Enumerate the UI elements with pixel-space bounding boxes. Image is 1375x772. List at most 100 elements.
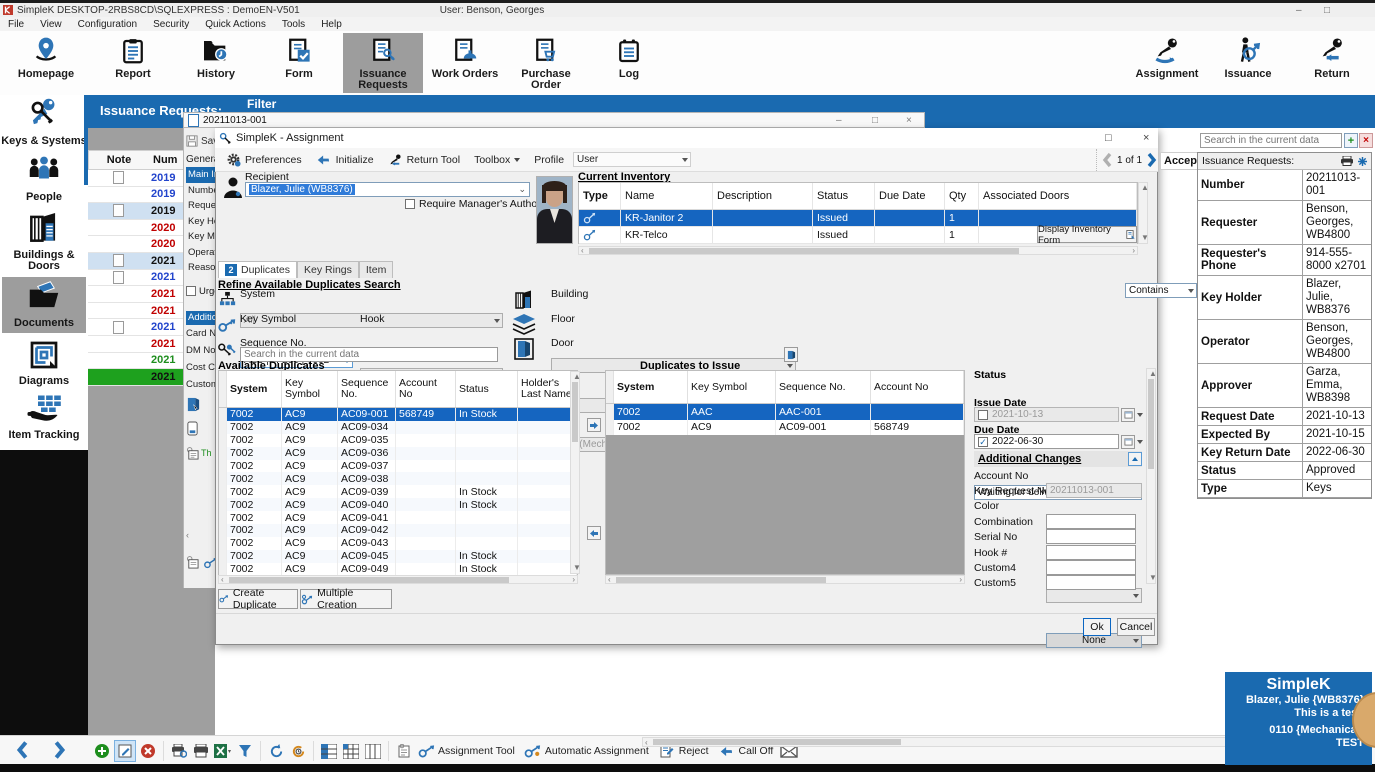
available-duplicate-row[interactable]: 7002AC9AC09-035 — [219, 434, 577, 447]
inventory-vscrollbar[interactable]: ▲▼ — [1138, 182, 1148, 244]
menu-security[interactable]: Security — [145, 19, 197, 30]
initialize-button[interactable]: Initialize — [311, 150, 379, 170]
edit-record-button[interactable] — [114, 740, 136, 762]
due-date-field[interactable]: ✓2022-06-30 — [974, 434, 1143, 449]
duplicate-to-issue-row[interactable]: 7002AACAAC-001 — [606, 404, 964, 420]
sidebar-item-buildings-doors[interactable]: Buildings & Doors — [0, 209, 88, 275]
move-right-button[interactable] — [587, 418, 601, 432]
delete-record-button[interactable] — [138, 741, 158, 761]
recipient-select[interactable]: Blazer, Julie (WB8376) ⌄ — [245, 182, 530, 197]
due-date-dropdown-icon[interactable] — [1137, 440, 1143, 444]
pager-next-icon[interactable] — [1146, 152, 1158, 168]
maximize-button[interactable]: □ — [1324, 5, 1330, 16]
available-duplicate-row[interactable]: 7002AC9AC09-041 — [219, 511, 577, 524]
filter-funnel-button[interactable] — [235, 741, 255, 761]
combination-input[interactable] — [1046, 514, 1136, 529]
door-picker-button[interactable] — [784, 347, 798, 362]
assignment-dialog-titlebar[interactable]: SimpleK - Assignment □ × — [215, 128, 1158, 149]
rw-minimize-icon[interactable]: – — [836, 115, 842, 126]
automatic-assignment-label[interactable]: Automatic Assignment — [545, 745, 649, 757]
menu-configuration[interactable]: Configuration — [70, 19, 145, 30]
menu-quick-actions[interactable]: Quick Actions — [197, 19, 274, 30]
grid-view2-button[interactable] — [341, 741, 361, 761]
profile-select[interactable]: User — [573, 152, 691, 167]
inventory-hscrollbar[interactable]: ‹› — [578, 246, 1138, 255]
pin-panel-icon[interactable] — [1358, 157, 1367, 166]
issue-date-checkbox[interactable] — [978, 410, 988, 420]
note2-icon[interactable] — [186, 556, 199, 569]
toolbar-form[interactable]: Form — [261, 33, 337, 93]
toolbar-purchase-order[interactable]: Purchase Order — [505, 33, 587, 93]
refresh-schedule-button[interactable] — [288, 741, 308, 761]
dialog-maximize-icon[interactable]: □ — [1105, 132, 1112, 144]
request-nav-item[interactable]: Reason — [186, 260, 218, 276]
refresh-button[interactable] — [266, 741, 286, 761]
request-nav-item[interactable]: Number — [186, 183, 218, 199]
toolbar-work-orders[interactable]: Work Orders — [427, 33, 503, 93]
toolbar-log[interactable]: Log — [591, 33, 667, 93]
note-list-button[interactable] — [394, 741, 414, 761]
available-duplicate-row[interactable]: 7002AC9AC09-042 — [219, 524, 577, 537]
dialog-close-icon[interactable]: × — [1143, 132, 1149, 144]
toolbar-issuance[interactable]: Issuance — [1212, 33, 1284, 93]
issue-date-dropdown-icon[interactable] — [1137, 413, 1143, 417]
menu-view[interactable]: View — [32, 19, 70, 30]
prev-page-icon[interactable] — [14, 740, 30, 760]
ok-button[interactable]: Ok — [1083, 618, 1111, 636]
request-nav-item[interactable]: Main Inf — [186, 167, 218, 183]
add-filter-button[interactable]: + — [1344, 133, 1358, 148]
request-nav-item[interactable]: Requeste — [186, 198, 218, 214]
custom4-input[interactable] — [1046, 560, 1136, 575]
serial-no-input[interactable] — [1046, 529, 1136, 544]
print-icon[interactable] — [1340, 156, 1354, 166]
automatic-assignment-icon[interactable] — [523, 741, 543, 761]
sidebar-item-diagrams[interactable]: Diagrams — [0, 337, 88, 389]
contains-select[interactable]: Contains — [1125, 283, 1197, 298]
issue-date-calendar-icon[interactable] — [1121, 408, 1135, 422]
due-date-checkbox[interactable]: ✓ — [978, 437, 988, 447]
toolbar-issuance-requests[interactable]: Issuance Requests — [343, 33, 423, 93]
assignment-tool-label[interactable]: Assignment Tool — [438, 745, 515, 757]
due-date-calendar-icon[interactable] — [1121, 435, 1135, 449]
menu-file[interactable]: File — [0, 19, 32, 30]
sidebar-item-item-tracking[interactable]: Item Tracking — [0, 391, 88, 447]
add-record-button[interactable] — [92, 741, 112, 761]
available-duplicate-row[interactable]: 7002AC9AC09-045In Stock — [219, 550, 577, 563]
duplicate-to-issue-row[interactable]: 7002AC9AC09-001568749 — [606, 420, 964, 436]
cancel-button[interactable]: Cancel — [1117, 618, 1155, 636]
grid-view3-button[interactable] — [363, 741, 383, 761]
move-left-button[interactable] — [587, 526, 601, 540]
sidebar-item-people[interactable]: People — [0, 153, 88, 207]
current-data-search-input[interactable] — [1200, 133, 1342, 148]
pager-prev-icon[interactable] — [1101, 152, 1113, 168]
toolbar-assignment[interactable]: Assignment — [1128, 33, 1206, 93]
collapse-button[interactable] — [1128, 452, 1142, 466]
toolbar-return[interactable]: Return — [1296, 33, 1368, 93]
available-duplicate-row[interactable]: 7002AC9AC09-038 — [219, 472, 577, 485]
menu-help[interactable]: Help — [313, 19, 350, 30]
available-duplicate-row[interactable]: 7002AC9AC09-037 — [219, 460, 577, 473]
multiple-creation-button[interactable]: Multiple Creation — [300, 589, 392, 609]
custom5-input[interactable] — [1046, 575, 1136, 590]
request-window-titlebar[interactable]: 20211013-001 – □ × — [183, 112, 925, 128]
available-duplicate-row[interactable]: 7002AC9AC09-049In Stock — [219, 563, 577, 576]
toolbar-homepage[interactable]: Homepage — [6, 33, 86, 93]
export-excel-button[interactable] — [213, 741, 233, 761]
filter-button[interactable]: Filter — [247, 97, 276, 111]
bottom-hscrollbar[interactable]: ‹ — [642, 737, 1227, 747]
available-duplicate-row[interactable]: 7002AC9AC09-043 — [219, 537, 577, 550]
display-inventory-form-button[interactable]: Display Inventory Form — [1037, 226, 1137, 243]
hook-number-input[interactable] — [1046, 545, 1136, 560]
next-page-icon[interactable] — [52, 740, 68, 760]
issue-date-field[interactable]: 2021-10-13 — [974, 407, 1143, 422]
toissue-hscrollbar[interactable]: ‹› — [605, 575, 965, 584]
available-duplicate-row[interactable]: 7002AC9AC09-001568749In Stock — [219, 408, 577, 421]
rw-maximize-icon[interactable]: □ — [872, 115, 878, 126]
tab-duplicates[interactable]: 2 Duplicates — [218, 261, 297, 278]
print-preview-button[interactable] — [169, 741, 189, 761]
account-no-select[interactable] — [1046, 588, 1142, 603]
available-duplicate-row[interactable]: 7002AC9AC09-040In Stock — [219, 498, 577, 511]
preferences-button[interactable]: Preferences — [221, 150, 307, 170]
additional-section-header[interactable]: Addition — [186, 311, 218, 325]
minimize-button[interactable]: – — [1296, 5, 1302, 16]
